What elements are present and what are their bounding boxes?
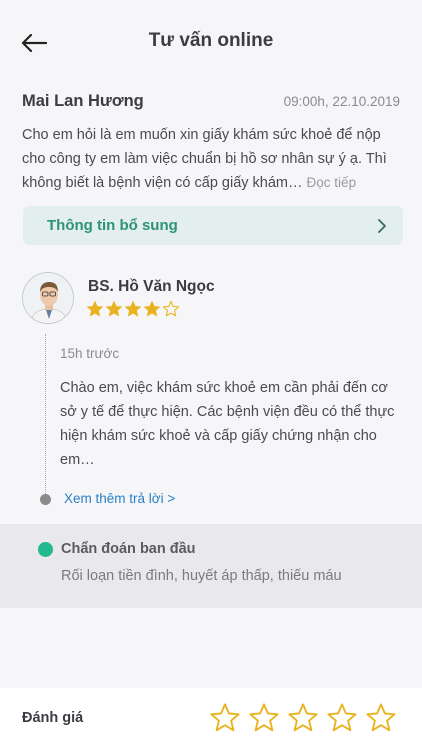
- see-more-replies-link[interactable]: Xem thêm trả lời >: [64, 491, 175, 506]
- answer-text: Chào em, việc khám sức khoẻ em cần phải …: [60, 380, 395, 468]
- rating-label: Đánh giá: [22, 710, 84, 726]
- header: Tư vấn online: [0, 0, 422, 82]
- additional-info-button[interactable]: Thông tin bổ sung: [23, 206, 403, 245]
- doctor-name: BS. Hồ Văn Ngọc: [88, 278, 215, 295]
- doctor-avatar: [22, 272, 74, 324]
- rate-star-icon[interactable]: [248, 702, 280, 734]
- star-filled-icon: [86, 300, 104, 317]
- timeline-line: [45, 334, 46, 494]
- question-time: 09:00h, 22.10.2019: [283, 94, 400, 109]
- doctor-rating: [86, 300, 180, 318]
- diagnosis-text: Rối loạn tiền đình, huyết áp thấp, thiếu…: [61, 568, 342, 584]
- rate-star-icon[interactable]: [365, 702, 397, 734]
- diagnosis-section: Chẩn đoán ban đầu Rối loạn tiền đình, hu…: [0, 524, 422, 608]
- question-author: Mai Lan Hương: [22, 92, 144, 110]
- diagnosis-status-dot: [38, 542, 53, 557]
- rating-stars: [209, 702, 397, 734]
- chevron-right-icon: [378, 218, 386, 233]
- page-title: Tư vấn online: [148, 30, 274, 51]
- rate-star-icon[interactable]: [209, 702, 241, 734]
- timeline-dot: [40, 494, 51, 505]
- answer-time: 15h trước: [60, 346, 120, 361]
- rate-star-icon[interactable]: [287, 702, 319, 734]
- rate-star-icon[interactable]: [326, 702, 358, 734]
- diagnosis-title: Chẩn đoán ban đầu: [61, 541, 196, 557]
- question-card: Mai Lan Hương 09:00h, 22.10.2019 Cho em …: [22, 92, 400, 195]
- rating-footer: Đánh giá: [0, 688, 422, 750]
- question-text-block: Cho em hỏi là em muốn xin giấy khám sức …: [22, 123, 400, 195]
- star-filled-icon: [143, 300, 161, 317]
- star-outline-icon: [162, 300, 180, 317]
- star-filled-icon: [105, 300, 123, 317]
- read-more-link[interactable]: Đọc tiếp: [307, 175, 357, 190]
- star-filled-icon: [124, 300, 142, 317]
- additional-info-label: Thông tin bổ sung: [47, 217, 178, 234]
